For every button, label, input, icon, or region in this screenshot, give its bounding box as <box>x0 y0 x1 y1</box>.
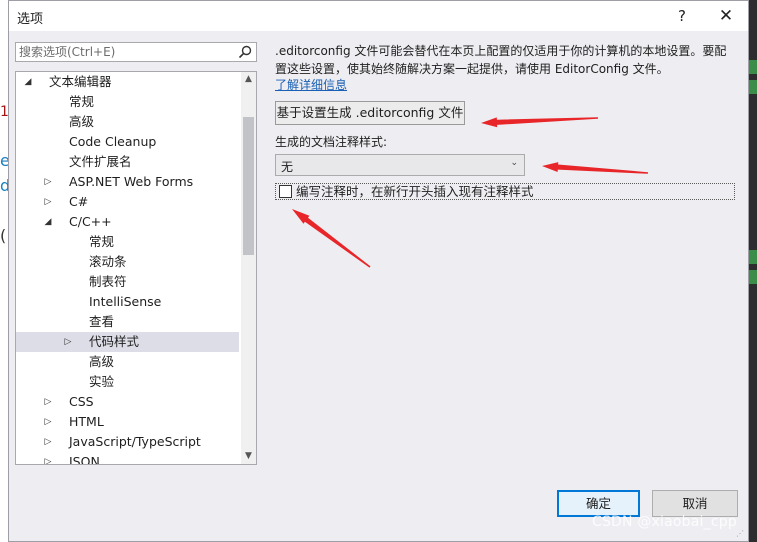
ok-button[interactable]: 确定 <box>557 490 640 517</box>
tree-item[interactable]: 滚动条 <box>16 252 239 272</box>
tree-item[interactable]: 查看 <box>16 312 239 332</box>
watermark: CSDN @xiaobai_cpp <box>592 514 737 530</box>
collapsed-arrow-icon[interactable]: ▷ <box>43 452 53 464</box>
tree-item[interactable]: 常规 <box>16 92 239 112</box>
tree-item-label: IntelliSense <box>89 294 162 309</box>
background-strip <box>749 250 757 264</box>
search-box <box>15 42 257 62</box>
tree-item-label: Code Cleanup <box>69 134 157 149</box>
background-glyph: d <box>0 176 11 195</box>
tree-scrollbar[interactable]: ▲ ▼ <box>241 72 256 464</box>
scroll-thumb[interactable] <box>243 117 254 255</box>
comment-style-label: 生成的文档注释样式: <box>275 135 388 149</box>
tree-item-label: C/C++ <box>69 214 112 229</box>
collapsed-arrow-icon[interactable]: ▷ <box>43 392 53 412</box>
comment-style-dropdown[interactable]: 无 ⌄ <box>275 154 525 176</box>
tree-item-label: 文本编辑器 <box>49 74 112 89</box>
background-glyph: e <box>0 151 10 170</box>
search-icon[interactable] <box>238 45 252 59</box>
tree-item-label: ASP.NET Web Forms <box>69 174 194 189</box>
tree-item-label: 常规 <box>89 234 115 249</box>
search-input[interactable] <box>19 44 229 60</box>
tree-item[interactable]: ▷ JavaScript/TypeScript <box>16 432 239 452</box>
editorconfig-description: .editorconfig 文件可能会替代在本页上配置的仅适用于你的计算机的本地… <box>275 42 735 78</box>
tree-item-label: 文件扩展名 <box>69 154 132 169</box>
tree-item-label: HTML <box>69 414 104 429</box>
expanded-arrow-icon[interactable]: ◢ <box>23 72 33 92</box>
tree-item[interactable]: ▷ CSS <box>16 392 239 412</box>
insert-comment-label: 编写注释时，在新行开头插入现有注释样式 <box>296 184 534 199</box>
scroll-down-icon[interactable]: ▼ <box>241 449 256 464</box>
scroll-up-icon[interactable]: ▲ <box>241 72 256 87</box>
background-glyph: ( <box>0 226 7 245</box>
title-bar: 选项 ? ✕ <box>9 1 748 31</box>
tree-item-label: JavaScript/TypeScript <box>69 434 201 449</box>
tree-item-label: 滚动条 <box>89 254 127 269</box>
dialog-title: 选项 <box>17 12 44 27</box>
collapsed-arrow-icon[interactable]: ▷ <box>43 192 53 212</box>
tree-item-label: 高级 <box>89 354 115 369</box>
tree-item[interactable]: 文件扩展名 <box>16 152 239 172</box>
background-editor-left: 1 e d ( <box>0 0 11 542</box>
learn-more-link[interactable]: 了解详细信息 <box>275 76 347 93</box>
tree-item-label: CSS <box>69 394 94 409</box>
background-glyph: 1 <box>0 104 9 120</box>
expanded-arrow-icon[interactable]: ◢ <box>43 212 53 232</box>
tree-item[interactable]: ▷ JSON <box>16 452 239 465</box>
tree-item-label: 制表符 <box>89 274 127 289</box>
tree-item[interactable]: ◢ C/C++ <box>16 212 239 232</box>
background-strip <box>749 60 757 74</box>
tree-item[interactable]: 高级 <box>16 112 239 132</box>
resize-grip-icon[interactable]: ⋰ <box>736 529 746 539</box>
comment-style-value: 无 <box>281 160 294 174</box>
insert-comment-option[interactable]: 编写注释时，在新行开头插入现有注释样式 <box>275 183 735 200</box>
close-button[interactable]: ✕ <box>709 3 743 29</box>
options-dialog: 选项 ? ✕ ◢文本编辑器常规高级Code Cleanup文件扩展名▷ASP.N… <box>8 0 749 542</box>
tree-item-label: 查看 <box>89 314 115 329</box>
tree-item[interactable]: 实验 <box>16 372 239 392</box>
tree-item[interactable]: 高级 <box>16 352 239 372</box>
tree-item-label: 代码样式 <box>89 334 140 349</box>
tree-item-label: 实验 <box>89 374 115 389</box>
chevron-down-icon: ⌄ <box>510 158 518 168</box>
tree-item[interactable]: ◢ 文本编辑器 <box>16 72 239 92</box>
tree-item[interactable]: 常规 <box>16 232 239 252</box>
background-strip <box>749 270 757 284</box>
tree-item-label: C# <box>69 194 89 209</box>
collapsed-arrow-icon[interactable]: ▷ <box>63 332 73 352</box>
collapsed-arrow-icon[interactable]: ▷ <box>43 172 53 192</box>
options-tree: ◢ 文本编辑器 常规 高级 Code Cleanup 文件扩展名 ▷ ASP.NET Web … <box>15 71 257 465</box>
description-line-1: .editorconfig 文件可能会替代在本页上配置的仅适用于你的计算机的本地… <box>275 44 727 58</box>
tree-item[interactable]: ▷ 代码样式 <box>16 332 239 352</box>
background-strip <box>749 80 757 94</box>
tree-item-label: 常规 <box>69 94 95 109</box>
tree-item[interactable]: IntelliSense <box>16 292 239 312</box>
help-button[interactable]: ? <box>665 3 699 29</box>
tree-item[interactable]: Code Cleanup <box>16 132 239 152</box>
generate-editorconfig-button[interactable]: 基于设置生成 .editorconfig 文件 <box>275 101 465 125</box>
tree-item[interactable]: 制表符 <box>16 272 239 292</box>
collapsed-arrow-icon[interactable]: ▷ <box>43 412 53 432</box>
tree-item[interactable]: ▷ HTML <box>16 412 239 432</box>
tree-item[interactable]: ▷ ASP.NET Web Forms <box>16 172 239 192</box>
tree-item-label: JSON <box>69 454 100 465</box>
cancel-button[interactable]: 取消 <box>652 490 738 517</box>
collapsed-arrow-icon[interactable]: ▷ <box>43 432 53 452</box>
tree-item[interactable]: ▷ C# <box>16 192 239 212</box>
tree-item-label: 高级 <box>69 114 95 129</box>
background-editor-right <box>749 0 757 542</box>
insert-comment-checkbox[interactable] <box>279 185 292 198</box>
